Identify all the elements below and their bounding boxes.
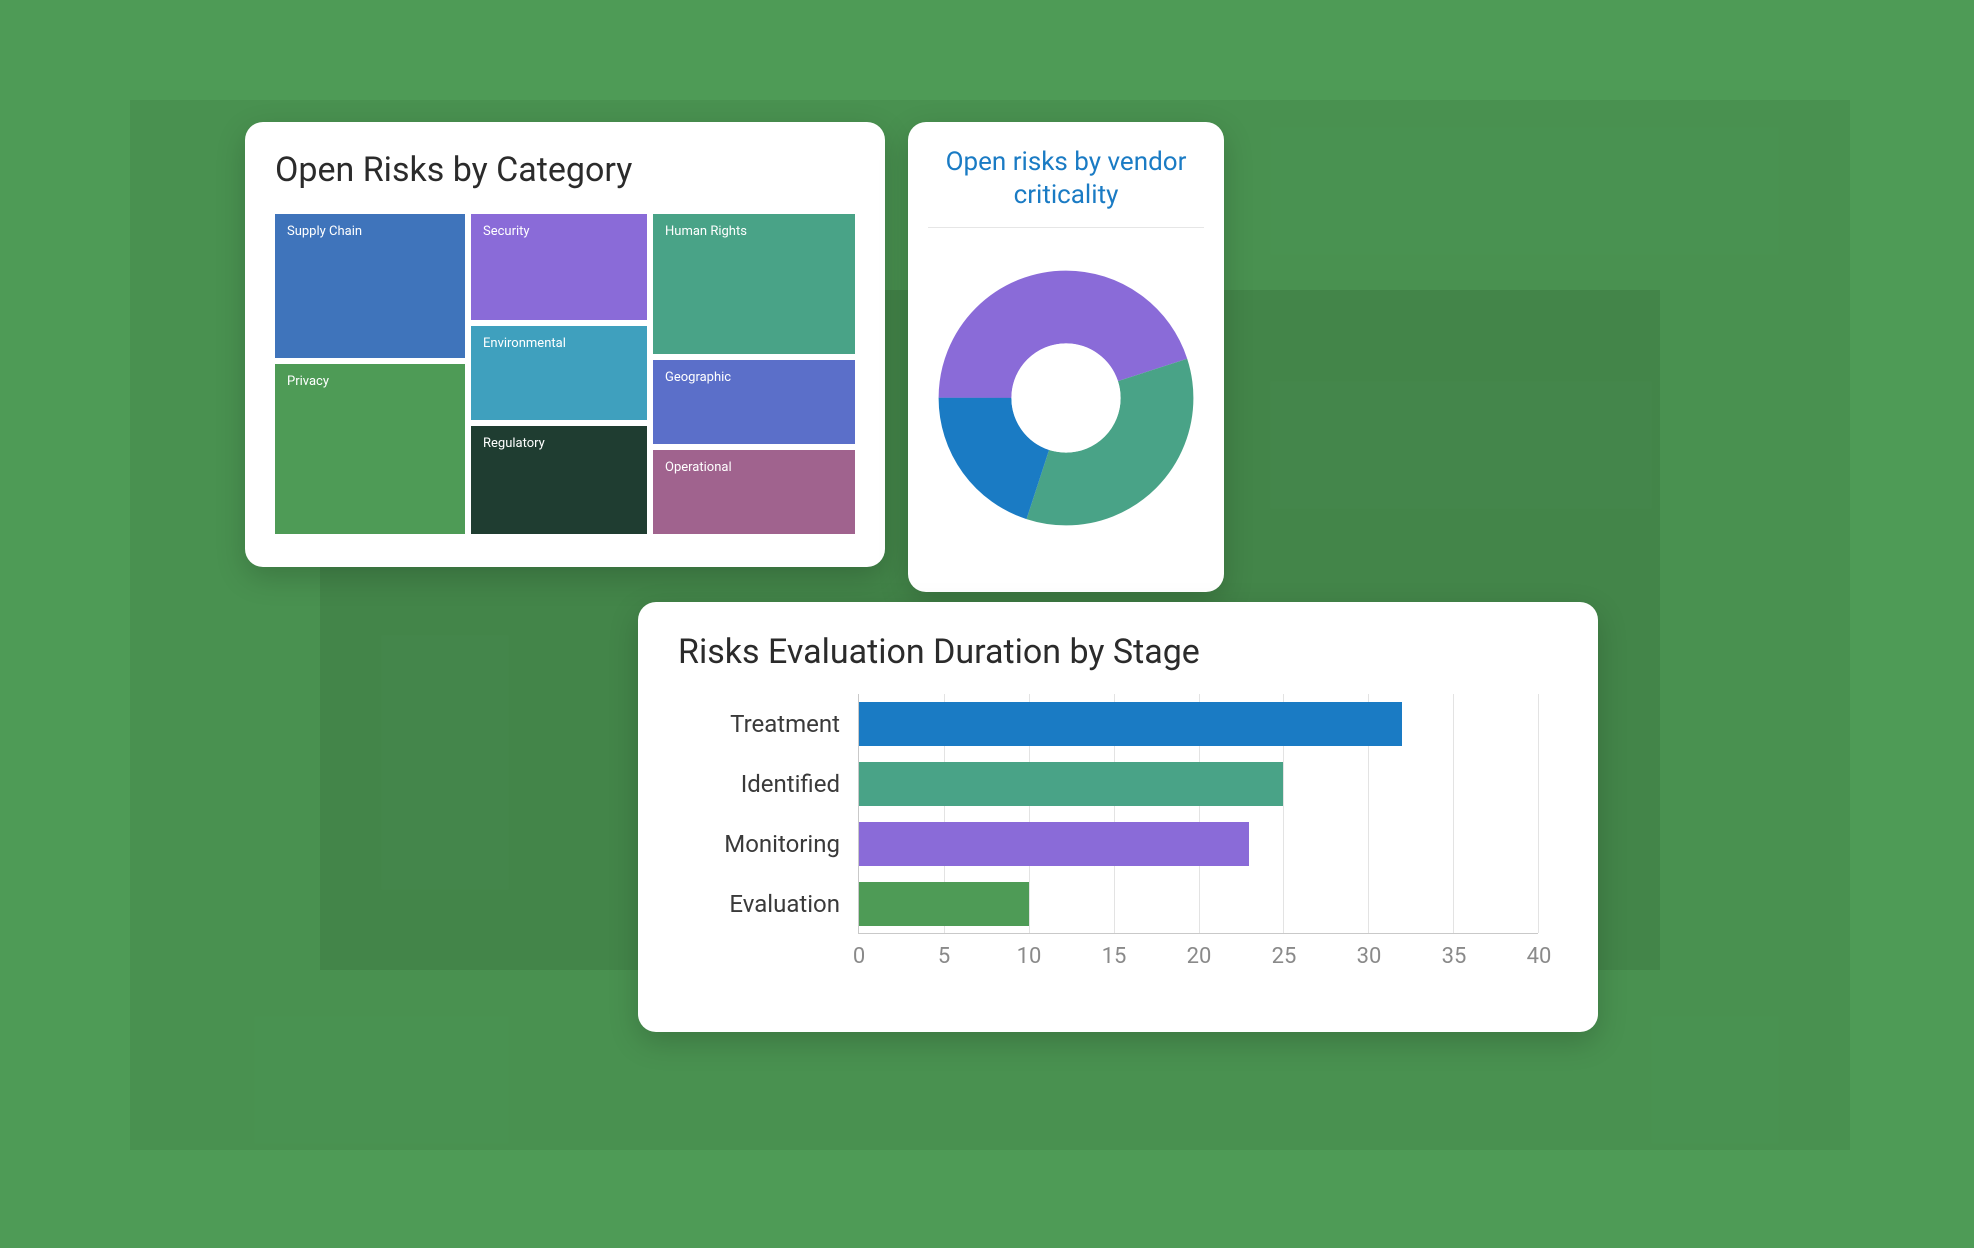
bar-chart[interactable]: Treatment Identified Monitoring Evaluati… [678,694,1558,994]
bar-tick: 15 [1102,944,1127,969]
treemap-tile-operational[interactable]: Operational [653,450,855,534]
bar-tick: 10 [1017,944,1042,969]
bar-label-treatment: Treatment [730,700,840,748]
bar-tick: 5 [938,944,950,969]
bar-monitoring[interactable] [859,822,1249,866]
bar-plot-area: 0 5 10 15 20 25 30 35 40 [858,694,1538,934]
open-risks-by-vendor-criticality-card: Open risks by vendor criticality [908,122,1224,592]
treemap-tile-human-rights[interactable]: Human Rights [653,214,855,354]
treemap-tile-label: Security [483,224,530,239]
treemap-tile-label: Regulatory [483,436,545,451]
donut-icon [936,268,1196,528]
treemap-tile-supply-chain[interactable]: Supply Chain [275,214,465,358]
risks-evaluation-duration-card: Risks Evaluation Duration by Stage Treat… [638,602,1598,1032]
bar-evaluation[interactable] [859,882,1029,926]
bar-tick: 0 [853,944,865,969]
treemap-tile-security[interactable]: Security [471,214,647,320]
bar-tick: 30 [1357,944,1382,969]
bar-tick: 35 [1442,944,1467,969]
treemap-chart[interactable]: Supply Chain Privacy Security Environmen… [275,214,855,534]
treemap-tile-regulatory[interactable]: Regulatory [471,426,647,534]
bar-x-ticks: 0 5 10 15 20 25 30 35 40 [859,944,1539,984]
bar-tick: 20 [1187,944,1212,969]
bar-title: Risks Evaluation Duration by Stage [678,632,1558,672]
treemap-tile-label: Human Rights [665,224,747,239]
treemap-tile-label: Supply Chain [287,224,362,239]
bar-y-labels: Treatment Identified Monitoring Evaluati… [678,694,858,934]
treemap-tile-label: Privacy [287,374,329,389]
treemap-tile-privacy[interactable]: Privacy [275,364,465,534]
treemap-tile-label: Geographic [665,370,731,385]
treemap-tile-label: Operational [665,460,732,475]
bar-treatment[interactable] [859,702,1402,746]
open-risks-by-category-card: Open Risks by Category Supply Chain Priv… [245,122,885,567]
bar-identified[interactable] [859,762,1283,806]
bar-label-evaluation: Evaluation [729,880,840,928]
bar-tick: 40 [1527,944,1552,969]
bar-tick: 25 [1272,944,1297,969]
treemap-tile-environmental[interactable]: Environmental [471,326,647,420]
treemap-tile-geographic[interactable]: Geographic [653,360,855,444]
bar-label-identified: Identified [741,760,840,808]
bar-label-monitoring: Monitoring [724,820,840,868]
donut-title: Open risks by vendor criticality [928,146,1204,228]
donut-chart[interactable] [928,228,1204,568]
treemap-tile-label: Environmental [483,336,566,351]
treemap-title: Open Risks by Category [275,150,855,190]
